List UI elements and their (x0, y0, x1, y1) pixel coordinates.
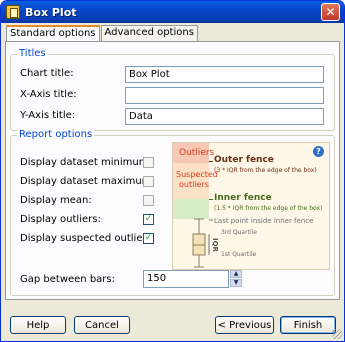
title-bar[interactable]: Box Plot ✕ (1, 1, 344, 23)
titles-group-label: Titles (17, 48, 48, 59)
display-min-label: Display dataset minimum: (20, 157, 152, 168)
finish-button-label: Finish (293, 319, 323, 331)
display-suspected-outliers-label: Display suspected outliers. (20, 233, 155, 244)
tab-standard-options[interactable]: Standard options (6, 25, 100, 42)
cancel-button-label: Cancel (85, 319, 119, 331)
xaxis-title-input[interactable] (125, 87, 324, 104)
display-suspected-outliers-checkbox[interactable]: ✓ (143, 233, 154, 244)
display-mean-checkbox[interactable] (143, 195, 154, 206)
tab-strip: Standard options Advanced options (6, 25, 199, 42)
display-outliers-label: Display outliers: (20, 214, 101, 225)
tab-advanced-options[interactable]: Advanced options (100, 25, 198, 41)
titles-group: Titles Chart title: Box Plot X-Axis titl… (10, 48, 335, 131)
resize-grip[interactable] (332, 329, 342, 339)
display-outliers-checkbox[interactable]: ✓ (143, 214, 154, 225)
xaxis-title-label: X-Axis title: (20, 89, 77, 100)
tab-panel: Titles Chart title: Box Plot X-Axis titl… (5, 41, 340, 300)
chart-title-input[interactable]: Box Plot (125, 66, 324, 83)
help-icon[interactable]: ? (313, 146, 324, 157)
display-max-label: Display dataset maximum: (20, 176, 155, 187)
window-title: Box Plot (25, 5, 77, 19)
q1-text: 1st Quartile (221, 251, 257, 258)
dialog-window: Box Plot ✕ Standard options Advanced opt… (0, 0, 345, 342)
display-min-checkbox[interactable] (143, 157, 154, 168)
iqr-text: IQR (211, 238, 219, 252)
finish-button[interactable]: Finish (280, 316, 336, 334)
yaxis-title-input[interactable]: Data (125, 108, 324, 125)
spin-up-button[interactable]: ▲ (230, 270, 242, 278)
display-max-checkbox[interactable] (143, 176, 154, 187)
previous-button-label: < Previous (217, 319, 272, 331)
close-button[interactable]: ✕ (321, 3, 340, 21)
q3-text: 3rd Quartile (221, 229, 257, 236)
box-plot-diagram: Outliers Suspected outliers Outer fence … (172, 142, 330, 270)
previous-button[interactable]: < Previous (215, 316, 274, 334)
help-button[interactable]: Help (10, 316, 66, 334)
report-options-group-label: Report options (17, 129, 95, 140)
gap-input[interactable]: 150 (143, 270, 229, 288)
spin-down-button[interactable]: ▼ (230, 279, 242, 287)
cancel-button[interactable]: Cancel (74, 316, 130, 334)
yaxis-title-label: Y-Axis title: (20, 110, 76, 121)
app-icon (6, 5, 20, 19)
gap-label: Gap between bars: (20, 274, 115, 285)
chart-title-label: Chart title: (20, 68, 74, 79)
help-button-label: Help (26, 319, 50, 331)
display-mean-label: Display mean: (20, 195, 92, 206)
